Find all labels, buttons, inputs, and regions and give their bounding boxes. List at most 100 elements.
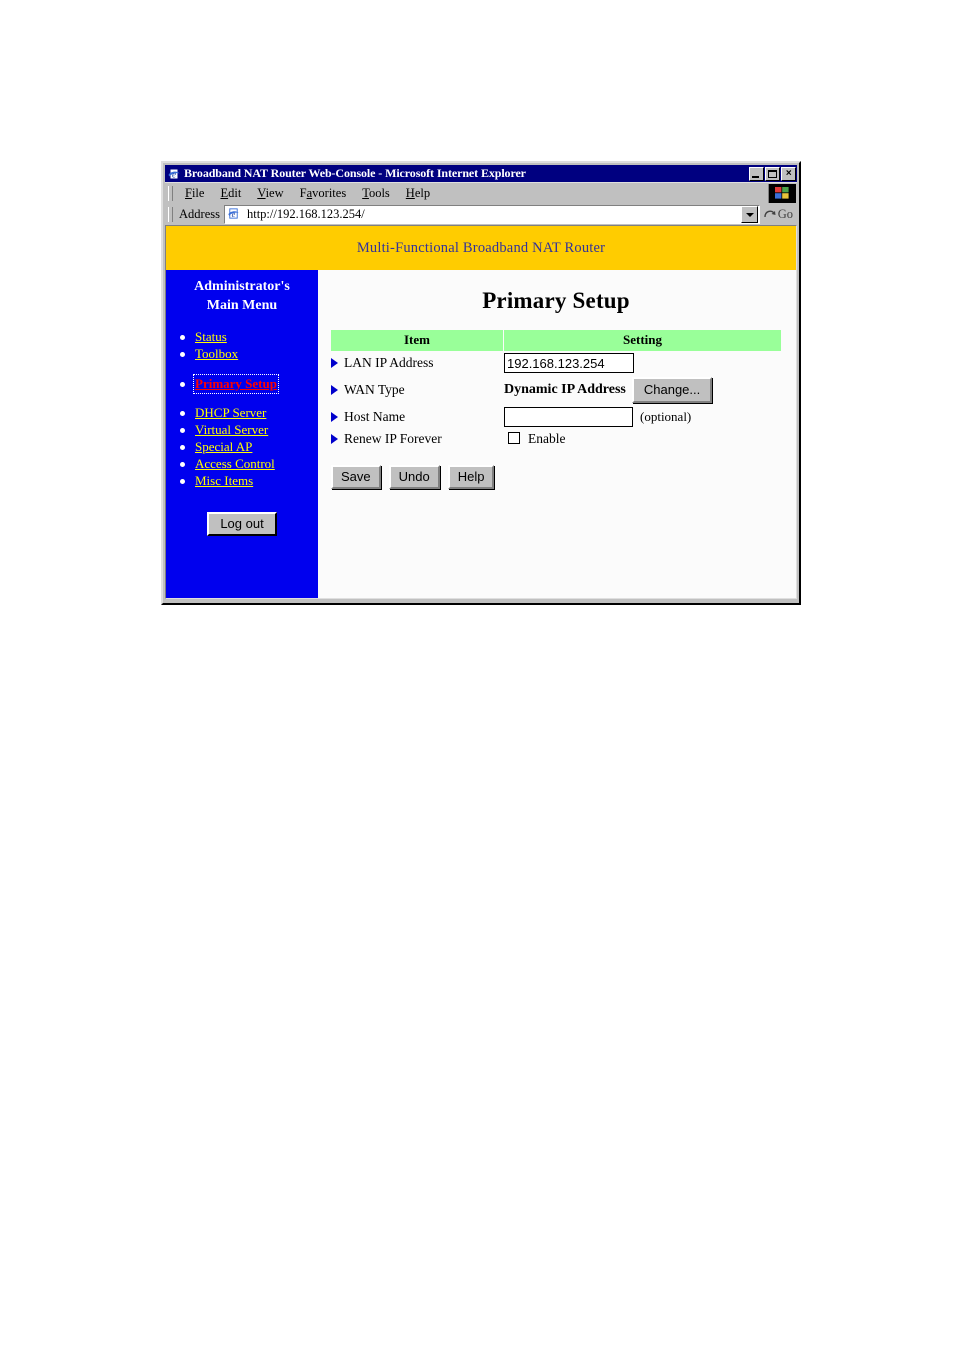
row-setting-wan-type: Dynamic IP Address Change...: [504, 375, 781, 405]
ie-logo-icon: e: [167, 167, 181, 181]
sidebar-item-label: Misc Items: [195, 473, 254, 489]
sidebar-menu: Status Toolbox Primary Setup DHCP Server…: [166, 329, 318, 490]
maximize-button[interactable]: [765, 166, 780, 181]
address-url-text: http://192.168.123.254/: [246, 206, 365, 221]
sidebar-item-label: Special AP: [195, 439, 253, 455]
row-label-text: Renew IP Forever: [344, 431, 442, 446]
page-body: Administrator's Main Menu Status Toolbox: [166, 270, 796, 598]
sidebar-item-primary-setup[interactable]: Primary Setup: [166, 373, 318, 395]
chevron-down-icon[interactable]: [740, 205, 758, 223]
address-grip[interactable]: [168, 206, 173, 222]
close-icon: ×: [785, 167, 792, 179]
save-button[interactable]: Save: [331, 465, 381, 489]
undo-button[interactable]: Undo: [388, 465, 440, 489]
row-label-text: Host Name: [344, 409, 406, 424]
menu-item-file[interactable]: File: [177, 185, 212, 202]
bullet-icon: [180, 334, 185, 340]
sidebar-spacer: [166, 392, 318, 405]
minimize-button[interactable]: [749, 166, 764, 181]
go-button[interactable]: Go: [760, 207, 797, 222]
site-banner-title: Multi-Functional Broadband NAT Router: [356, 239, 606, 256]
action-buttons: Save Undo Help: [330, 465, 782, 489]
row-label-wan-type: WAN Type: [331, 375, 503, 405]
table-row: WAN Type Dynamic IP Address Change...: [331, 375, 781, 405]
row-label-renew-ip-forever: Renew IP Forever: [331, 429, 503, 449]
sidebar-heading-line2: Main Menu: [206, 297, 278, 313]
sidebar-item-label: Primary Setup: [193, 373, 279, 395]
bullet-icon: [180, 428, 185, 434]
column-header-item: Item: [331, 330, 503, 351]
help-button[interactable]: Help: [447, 465, 495, 489]
window-controls: ×: [749, 166, 796, 181]
sidebar-item-status[interactable]: Status: [166, 329, 318, 346]
renew-ip-forever-checkbox[interactable]: [508, 432, 520, 444]
sidebar-heading: Administrator's Main Menu: [166, 278, 318, 316]
address-input[interactable]: e http://192.168.123.254/: [223, 204, 760, 224]
triangle-bullet-icon: [331, 385, 338, 395]
close-button[interactable]: ×: [781, 166, 796, 181]
menu-item-favorites[interactable]: Favorites: [292, 185, 355, 202]
table-row: Host Name (optional): [331, 405, 781, 429]
page-viewport: Multi-Functional Broadband NAT Router Ad…: [165, 225, 797, 599]
settings-table: Item Setting LAN IP Address WAN Ty: [330, 330, 782, 449]
window-title: Broadband NAT Router Web-Console - Micro…: [184, 166, 526, 180]
sidebar-item-misc-items[interactable]: Misc Items: [166, 473, 318, 490]
address-label: Address: [179, 206, 220, 221]
menu-item-view[interactable]: View: [249, 185, 291, 202]
sidebar-item-label: Access Control: [195, 456, 275, 472]
row-setting-renew-ip-forever: Enable: [504, 429, 781, 449]
sidebar-item-label: Toolbox: [195, 345, 239, 361]
wan-type-value: Dynamic IP Address: [504, 382, 626, 397]
column-header-setting: Setting: [504, 330, 781, 351]
bullet-icon: [180, 381, 185, 387]
sidebar-item-access-control[interactable]: Access Control: [166, 456, 318, 473]
sidebar-item-virtual-server[interactable]: Virtual Server: [166, 422, 318, 439]
menu-item-tools[interactable]: Tools: [354, 185, 398, 202]
menu-item-edit[interactable]: Edit: [212, 185, 249, 202]
lan-ip-address-input[interactable]: [504, 353, 634, 373]
sidebar-item-toolbox[interactable]: Toolbox: [166, 346, 318, 363]
go-arrow-icon: [764, 210, 776, 218]
triangle-bullet-icon: [331, 412, 338, 422]
bullet-icon: [180, 351, 185, 357]
menu-bar: File Edit View Favorites Tools Help: [165, 182, 797, 203]
sidebar-item-dhcp-server[interactable]: DHCP Server: [166, 405, 318, 422]
address-page-icon: e: [227, 207, 241, 221]
site-banner: Multi-Functional Broadband NAT Router: [166, 226, 796, 270]
address-bar: Address e http://192.168.123.254/ Go: [165, 203, 797, 225]
browser-window: e Broadband NAT Router Web-Console - Mic…: [161, 161, 801, 605]
wan-type-row: Dynamic IP Address Change...: [504, 377, 781, 403]
row-setting-host-name: (optional): [504, 405, 781, 429]
sidebar-spacer: [166, 363, 318, 376]
logout-wrapper: Log out: [166, 511, 318, 536]
svg-text:e: e: [172, 169, 176, 179]
table-row: Renew IP Forever Enable: [331, 429, 781, 449]
sidebar-item-special-ap[interactable]: Special AP: [166, 439, 318, 456]
bullet-icon: [180, 462, 185, 468]
ie-animation-logo-icon: [768, 183, 796, 203]
page-title: Primary Setup: [482, 288, 630, 313]
sidebar-item-label: Virtual Server: [195, 422, 269, 438]
menu-grip[interactable]: [168, 185, 173, 201]
table-row: LAN IP Address: [331, 351, 781, 375]
bullet-icon: [180, 479, 185, 485]
bullet-icon: [180, 445, 185, 451]
host-name-row: (optional): [504, 407, 781, 427]
svg-text:e: e: [232, 210, 236, 219]
host-name-input[interactable]: [504, 407, 633, 427]
row-label-text: LAN IP Address: [344, 355, 434, 370]
main-content: Primary Setup Item Setting LAN IP Addres…: [318, 270, 796, 598]
title-bar: e Broadband NAT Router Web-Console - Mic…: [165, 165, 797, 182]
sidebar: Administrator's Main Menu Status Toolbox: [166, 270, 318, 598]
sidebar-heading-line1: Administrator's: [194, 279, 290, 294]
logout-button[interactable]: Log out: [207, 511, 277, 536]
sidebar-item-label: Status: [195, 328, 227, 344]
table-header-row: Item Setting: [331, 330, 781, 351]
bullet-icon: [180, 411, 185, 417]
host-name-optional-note: (optional): [640, 409, 692, 424]
go-label: Go: [777, 206, 793, 221]
row-label-host-name: Host Name: [331, 405, 503, 429]
change-wan-type-button[interactable]: Change...: [631, 377, 713, 403]
menu-items: File Edit View Favorites Tools Help: [177, 185, 768, 202]
menu-item-help[interactable]: Help: [398, 185, 438, 202]
